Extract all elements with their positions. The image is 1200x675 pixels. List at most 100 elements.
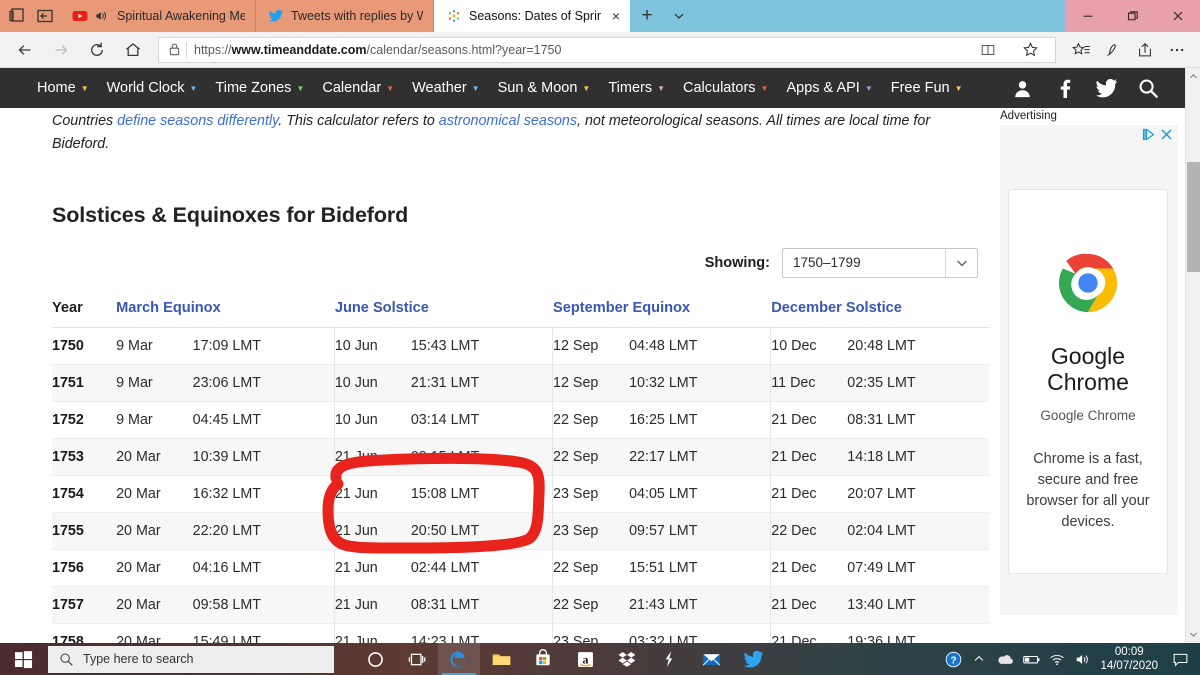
new-tab-button[interactable]: + xyxy=(630,0,664,32)
audio-playing-icon[interactable] xyxy=(95,9,110,23)
define-seasons-link[interactable]: define seasons differently xyxy=(117,113,278,129)
column-header-june-solstice[interactable]: June Solstice xyxy=(334,293,553,328)
mail-icon[interactable] xyxy=(690,643,732,675)
cell-june-date: 21 Jun xyxy=(333,438,411,476)
back-icon[interactable] xyxy=(8,35,42,65)
facebook-icon[interactable] xyxy=(1043,68,1085,108)
twitter-icon[interactable] xyxy=(732,643,774,675)
chevron-down-icon: ▼ xyxy=(864,84,873,93)
table-row: 1754 20 Mar 16:32 LMT 21 Jun 15:08 LMT 23 Sep… xyxy=(52,475,989,513)
chevron-down-icon: ▼ xyxy=(80,84,89,93)
account-icon[interactable] xyxy=(1001,68,1043,108)
advertising-sidebar: Advertising Google Chrome Google Chrome … xyxy=(998,108,1185,643)
task-view-icon[interactable] xyxy=(396,643,438,675)
set-tabs-aside-icon[interactable] xyxy=(36,7,54,25)
cell-december-date: 21 Dec xyxy=(770,438,848,476)
file-explorer-icon[interactable] xyxy=(480,643,522,675)
minimize-button[interactable] xyxy=(1065,0,1110,32)
nav-item-time-zones[interactable]: Time Zones ▼ xyxy=(206,80,313,96)
year-range-select[interactable]: 1750–1799 xyxy=(782,247,978,278)
nav-item-home[interactable]: Home ▼ xyxy=(28,80,98,96)
chevron-down-icon[interactable] xyxy=(945,248,977,277)
twitter-icon[interactable] xyxy=(1085,68,1127,108)
column-header-march-equinox[interactable]: March Equinox xyxy=(116,293,335,328)
favorite-star-icon[interactable] xyxy=(1015,35,1045,65)
scrollbar-thumb[interactable] xyxy=(1187,162,1200,272)
tab-strip: Spiritual Awakening Me Tweets with repli… xyxy=(0,0,1200,32)
astronomical-seasons-link[interactable]: astronomical seasons xyxy=(439,113,577,129)
cell-december-date: 21 Dec xyxy=(770,549,848,587)
browser-tab-twitter[interactable]: Tweets with replies by Wayr xyxy=(256,0,434,32)
microsoft-store-icon[interactable] xyxy=(522,643,564,675)
cell-june-date: 21 Jun xyxy=(333,586,411,624)
column-header-december-solstice[interactable]: December Solstice xyxy=(770,293,989,328)
column-header-september-equinox[interactable]: September Equinox xyxy=(552,293,771,328)
nav-label: Weather xyxy=(412,80,467,96)
dropbox-icon[interactable] xyxy=(606,643,648,675)
restore-button[interactable] xyxy=(1110,0,1155,32)
forward-icon[interactable] xyxy=(44,35,78,65)
cell-june-time: 08:31 LMT xyxy=(410,586,553,624)
browser-tab-youtube[interactable]: Spiritual Awakening Me xyxy=(60,0,256,32)
scroll-up-icon[interactable] xyxy=(1186,68,1200,85)
cell-september-time: 21:43 LMT xyxy=(629,586,771,624)
edge-icon[interactable] xyxy=(438,643,480,675)
volume-icon[interactable] xyxy=(1070,643,1096,675)
url-text: https://www.timeanddate.com/calendar/sea… xyxy=(194,42,562,57)
youtube-icon xyxy=(72,8,88,24)
ad-close-icon[interactable] xyxy=(1159,127,1174,142)
wifi-icon[interactable] xyxy=(1044,643,1070,675)
cell-june-date: 21 Jun xyxy=(333,549,411,587)
amazon-icon[interactable]: a xyxy=(564,643,606,675)
help-icon[interactable]: ? xyxy=(940,643,966,675)
onedrive-icon[interactable] xyxy=(992,643,1018,675)
close-icon[interactable]: × xyxy=(608,9,620,23)
battery-icon[interactable] xyxy=(1018,643,1044,675)
favorites-hub-icon[interactable] xyxy=(1066,35,1096,65)
reading-view-icon[interactable] xyxy=(973,35,1003,65)
url-input[interactable]: https://www.timeanddate.com/calendar/sea… xyxy=(158,35,1056,65)
cell-june-time: 21:31 LMT xyxy=(410,364,553,402)
tab-title: Spiritual Awakening Me xyxy=(117,9,245,23)
nav-right-icons xyxy=(1001,68,1185,108)
browser-tab-seasons[interactable]: Seasons: Dates of Sprin × xyxy=(434,0,630,32)
show-hidden-icon[interactable] xyxy=(966,643,992,675)
cell-march-time: 09:58 LMT xyxy=(192,586,335,624)
close-button[interactable] xyxy=(1155,0,1200,32)
web-note-icon[interactable] xyxy=(1098,35,1128,65)
start-button[interactable] xyxy=(0,643,46,675)
cortana-icon[interactable] xyxy=(354,643,396,675)
refresh-icon[interactable] xyxy=(80,35,114,65)
nav-item-timers[interactable]: Timers ▼ xyxy=(599,80,674,96)
search-input[interactable]: Type here to search xyxy=(48,645,334,673)
clock-date: 14/07/2020 xyxy=(1100,660,1158,672)
chevron-down-icon: ▼ xyxy=(954,84,963,93)
svg-text:a: a xyxy=(582,652,588,666)
nav-item-free-fun[interactable]: Free Fun ▼ xyxy=(882,80,972,96)
chevron-down-icon[interactable] xyxy=(664,0,694,32)
settings-more-icon[interactable] xyxy=(1162,35,1192,65)
nav-label: Time Zones xyxy=(215,80,292,96)
action-center-icon[interactable] xyxy=(1166,643,1194,675)
share-icon[interactable] xyxy=(1130,35,1160,65)
nav-item-apps-api[interactable]: Apps & API ▼ xyxy=(777,80,881,96)
nav-item-calendar[interactable]: Calendar ▼ xyxy=(313,80,403,96)
taskbar-clock[interactable]: 00:09 14/07/2020 xyxy=(1096,645,1166,674)
nav-item-weather[interactable]: Weather ▼ xyxy=(403,80,488,96)
nav-item-calculators[interactable]: Calculators ▼ xyxy=(674,80,777,96)
tab-preview-icon[interactable] xyxy=(8,7,26,25)
home-icon[interactable] xyxy=(116,35,150,65)
cell-september-date: 23 Sep xyxy=(552,475,630,513)
scroll-down-icon[interactable] xyxy=(1186,626,1200,643)
search-icon xyxy=(60,652,73,666)
nav-item-sun-moon[interactable]: Sun & Moon ▼ xyxy=(489,80,600,96)
page-scrollbar[interactable] xyxy=(1185,68,1200,643)
search-icon[interactable] xyxy=(1127,68,1169,108)
cell-june-date: 21 Jun xyxy=(333,623,411,643)
advertising-label: Advertising xyxy=(1000,110,1057,122)
ad-card[interactable]: Google Chrome Google Chrome Chrome is a … xyxy=(1008,189,1168,574)
ad-info-icon[interactable] xyxy=(1141,127,1156,142)
lightning-icon[interactable] xyxy=(648,643,690,675)
nav-item-world-clock[interactable]: World Clock ▼ xyxy=(98,80,207,96)
cell-march-time: 22:20 LMT xyxy=(192,512,335,550)
